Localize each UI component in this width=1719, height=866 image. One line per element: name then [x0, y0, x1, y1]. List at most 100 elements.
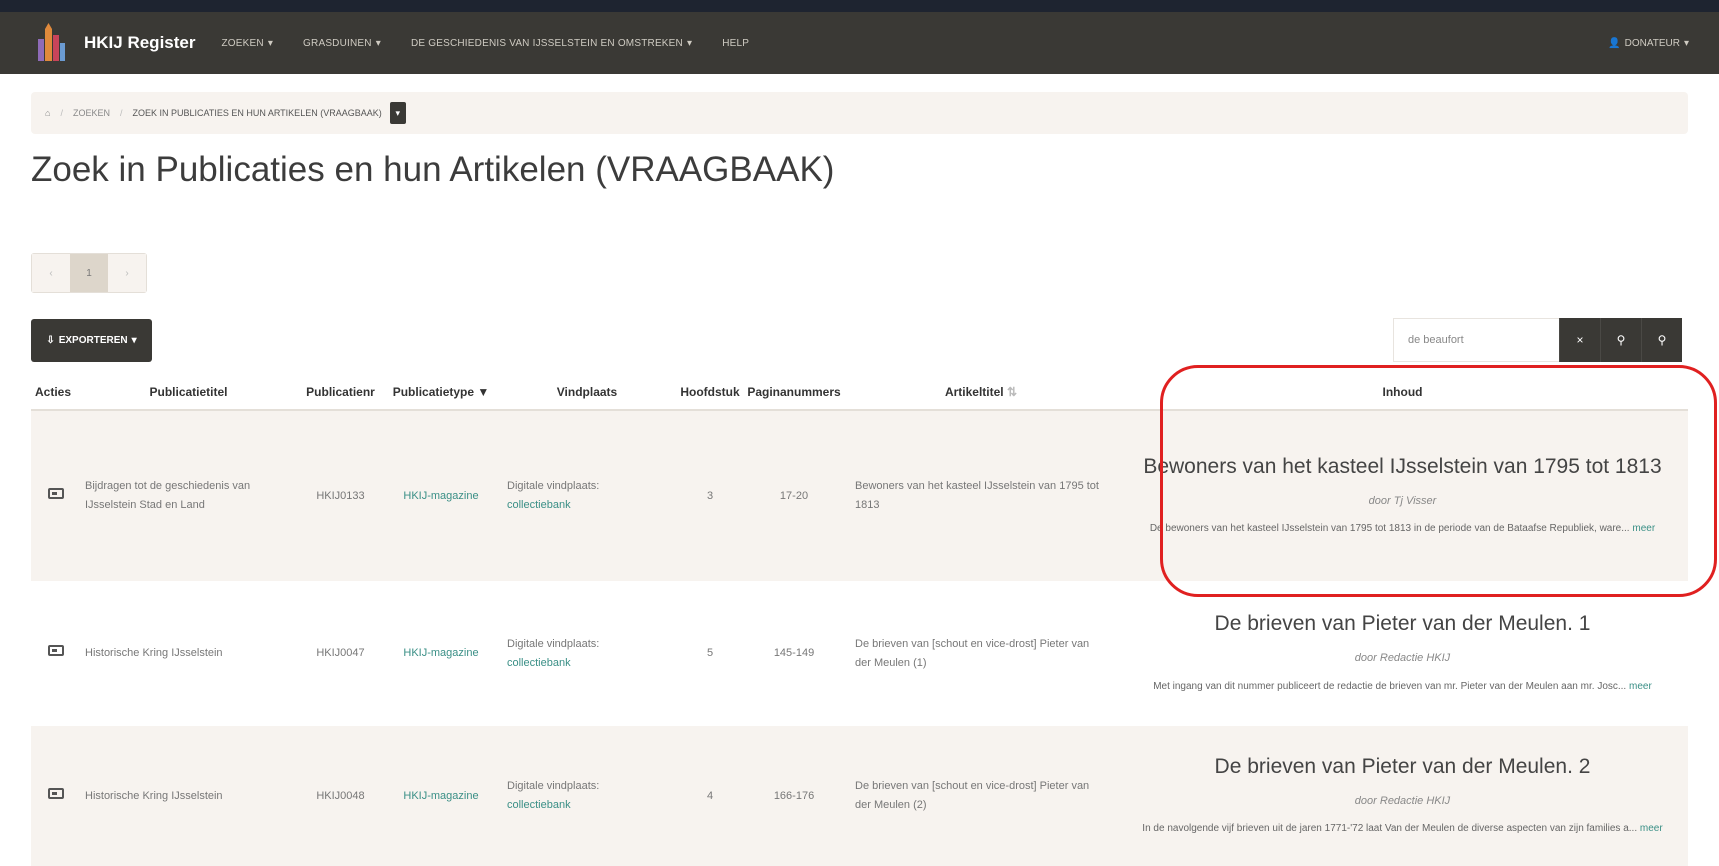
cell-paginanummers: 145-149 [773, 647, 815, 660]
inhoud-author: door Redactie HKIJ [1354, 794, 1451, 807]
cell-hoofdstuk: 4 [706, 789, 714, 802]
pagination-prev[interactable]: ‹ [32, 254, 70, 292]
download-icon: ⇩ [46, 335, 55, 346]
search-button[interactable]: ⚲ [1600, 318, 1641, 362]
nav-zoeken-label: ZOEKEN [221, 37, 264, 49]
vindplaats-label: Digitale vindplaats: [507, 637, 600, 650]
meer-link[interactable]: meer [1629, 681, 1652, 692]
inhoud-description: Met ingang van dit nummer publiceert de … [1129, 678, 1676, 696]
inhoud-description: De bewoners van het kasteel IJsselstein … [1129, 520, 1676, 538]
table-row: Historische Kring IJsselstein HKIJ0048 H… [31, 726, 1688, 866]
table-row: Historische Kring IJsselstein HKIJ0047 H… [31, 581, 1688, 726]
logo-icon [32, 21, 70, 65]
cell-artikeltitel: De brieven van [schout en vice-drost] Pi… [855, 637, 1090, 669]
card-icon[interactable] [48, 787, 64, 799]
cell-artikeltitel: De brieven van [schout en vice-drost] Pi… [855, 780, 1090, 811]
nav-grasduinen[interactable]: GRASDUINEN ▾ [303, 38, 381, 49]
cell-publicatietitel: Historische Kring IJsselstein [85, 647, 223, 660]
sort-down-icon: ▼ [477, 385, 490, 399]
export-button[interactable]: ⇩ EXPORTEREN ▾ [31, 319, 152, 362]
close-icon: × [1576, 333, 1584, 347]
publicatietype-link[interactable]: HKIJ-magazine [403, 790, 478, 802]
navbar: HKIJ Register ZOEKEN ▾ GRASDUINEN ▾ DE GES… [0, 12, 1719, 74]
nav-geschiedenis[interactable]: DE GESCHIEDENIS VAN IJSSELSTEIN EN OMSTR… [411, 38, 692, 49]
vindplaats-link[interactable]: collectiebank [507, 796, 677, 815]
col-publicatietitel[interactable]: Publicatietitel [81, 375, 296, 411]
cell-publicatietitel: Historische Kring IJsselstein [85, 789, 223, 802]
search-input[interactable] [1393, 318, 1559, 362]
meer-link[interactable]: meer [1640, 823, 1663, 834]
col-publicatietype[interactable]: Publicatietype ▼ [385, 375, 497, 411]
search-plus-icon: ⚲ [1657, 333, 1667, 347]
pagination-next[interactable]: › [108, 254, 146, 292]
brand[interactable]: HKIJ Register [32, 21, 221, 65]
inhoud-description: In de navolgende vijf brieven uit de jar… [1129, 820, 1676, 838]
card-icon[interactable] [48, 487, 64, 499]
col-hoofdstuk[interactable]: Hoofdstuk [677, 375, 743, 411]
publicatietype-link[interactable]: HKIJ-magazine [403, 647, 478, 659]
breadcrumb-separator: / [60, 108, 63, 118]
home-icon[interactable]: ⌂ [45, 108, 50, 118]
sort-icon: ⇅ [1006, 385, 1018, 399]
cell-publicatietype: HKIJ-magazine [385, 726, 497, 866]
top-strip [0, 0, 1719, 12]
inhoud-author: door Tj Visser [1368, 494, 1437, 507]
cell-publicatienr: HKIJ0133 [316, 489, 365, 502]
col-artikeltitel[interactable]: Artikeltitel ⇅ [845, 375, 1117, 411]
pagination: ‹ 1 › [31, 253, 147, 293]
col-publicatienr[interactable]: Publicatienr [296, 375, 385, 411]
col-artikeltitel-label: Artikeltitel [944, 385, 1004, 399]
cell-publicatietitel: Bijdragen tot de geschiedenis van IJssel… [85, 480, 251, 511]
publicatietype-link[interactable]: HKIJ-magazine [403, 490, 478, 502]
inhoud-title: De brieven van Pieter van der Meulen. 1 [1214, 612, 1591, 636]
col-vindplaats[interactable]: Vindplaats [497, 375, 677, 411]
clear-search-button[interactable]: × [1559, 318, 1600, 362]
cell-hoofdstuk: 5 [706, 647, 714, 660]
caret-down-icon: ▾ [375, 37, 381, 49]
caret-down-icon: ▾ [686, 37, 693, 49]
cell-inhoud: Bewoners van het kasteel IJsselstein van… [1117, 410, 1688, 581]
search-icon: ⚲ [1616, 333, 1626, 347]
card-icon[interactable] [48, 645, 64, 657]
user-menu[interactable]: 👤 DONATEUR ▾ [1608, 38, 1689, 49]
cell-vindplaats: Digitale vindplaats: collectiebank [497, 410, 677, 581]
cell-publicatienr: HKIJ0048 [316, 789, 365, 802]
inhoud-desc-text: In de navolgende vijf brieven uit de jar… [1142, 823, 1638, 835]
cell-artikeltitel: Bewoners van het kasteel IJsselstein van… [855, 480, 1099, 511]
vindplaats-label: Digitale vindplaats: [507, 480, 600, 493]
nav-geschiedenis-label: DE GESCHIEDENIS VAN IJSSELSTEIN EN OMSTR… [410, 37, 683, 49]
breadcrumb: ⌂ / ZOEKEN / ZOEK IN PUBLICATIES EN HUN … [31, 92, 1688, 134]
nav-help[interactable]: HELP [722, 38, 749, 49]
cell-paginanummers: 166-176 [773, 789, 815, 802]
inhoud-desc-text: De bewoners van het kasteel IJsselstein … [1149, 523, 1630, 535]
cell-inhoud: De brieven van Pieter van der Meulen. 1 … [1117, 581, 1688, 726]
caret-down-icon: ▾ [1683, 37, 1689, 49]
results-table: Acties Publicatietitel Publicatienr Publ… [31, 375, 1688, 866]
inhoud-title: Bewoners van het kasteel IJsselstein van… [1143, 454, 1662, 478]
cell-publicatienr: HKIJ0047 [316, 647, 365, 660]
meer-link[interactable]: meer [1632, 523, 1655, 534]
search-bar: × ⚲ ⚲ [1393, 318, 1682, 362]
vindplaats-link[interactable]: collectiebank [507, 654, 677, 673]
cell-vindplaats: Digitale vindplaats: collectiebank [497, 726, 677, 866]
nav-zoeken[interactable]: ZOEKEN ▾ [221, 38, 273, 49]
cell-hoofdstuk: 3 [706, 489, 714, 502]
breadcrumb-zoeken[interactable]: ZOEKEN [73, 108, 110, 118]
brand-name: HKIJ Register [84, 33, 196, 52]
breadcrumb-separator: / [119, 108, 123, 118]
vindplaats-link[interactable]: collectiebank [507, 496, 677, 515]
col-publicatietype-label: Publicatietype [392, 385, 475, 399]
breadcrumb-toggle-button[interactable]: ▾ [389, 102, 406, 124]
page-title: Zoek in Publicaties en hun Artikelen (VR… [31, 150, 835, 189]
col-inhoud[interactable]: Inhoud [1117, 375, 1688, 411]
user-label: DONATEUR [1624, 37, 1680, 49]
pagination-page-1[interactable]: 1 [70, 254, 108, 292]
cell-publicatietype: HKIJ-magazine [385, 410, 497, 581]
col-paginanummers[interactable]: Paginanummers [743, 375, 845, 411]
cell-publicatietype: HKIJ-magazine [385, 581, 497, 726]
row-actions [31, 410, 81, 581]
advanced-search-button[interactable]: ⚲ [1641, 318, 1682, 362]
user-icon: 👤 [1608, 37, 1621, 49]
caret-down-icon: ▾ [267, 37, 274, 49]
inhoud-title: De brieven van Pieter van der Meulen. 2 [1214, 754, 1591, 778]
